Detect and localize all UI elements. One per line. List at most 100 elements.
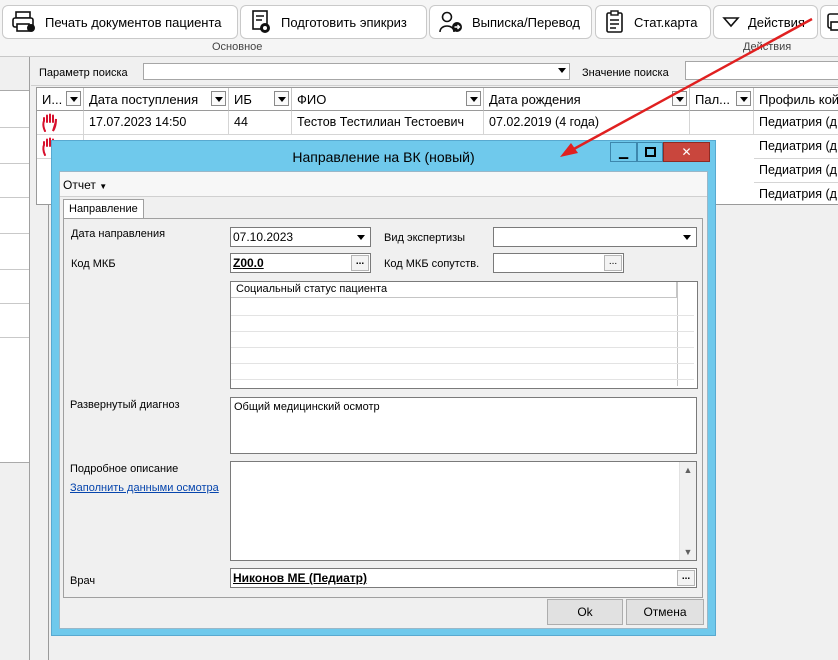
column-header-label: Дата рождения [489,92,581,107]
ok-button[interactable]: Ok [547,599,623,625]
table-cell[interactable]: 07.02.2019 (4 года) [484,111,690,135]
mkb-label: Код МКБ [71,258,116,270]
left-navigation-panel [0,57,30,660]
printer-icon [12,11,35,32]
prepare-epicrisis-button[interactable]: Подготовить эпикриз [240,5,427,39]
column-filter-button[interactable] [66,91,81,106]
content-divider [48,205,49,660]
left-list-divider [0,163,29,164]
grid-row-line [231,363,694,364]
report-menu-label: Отчет [63,178,96,192]
column-header-bed-profile[interactable]: Профиль кой [754,88,838,111]
social-status-grid[interactable]: Социальный статус пациента [230,281,698,389]
direction-date-label: Дата направления [71,228,166,240]
left-list-divider [0,197,29,198]
table-cell[interactable] [690,111,754,135]
direction-date-field[interactable]: 07.10.2023 [230,227,371,247]
column-header-admission-date[interactable]: Дата поступления [84,88,229,111]
column-header-ib[interactable]: ИБ [229,88,292,111]
search-param-select[interactable] [143,63,570,80]
expertise-label: Вид экспертизы [384,232,466,244]
search-param-label: Параметр поиска [39,67,128,79]
grid-row-line [231,347,694,348]
description-scrollbar[interactable]: ▲ ▼ [679,462,696,560]
table-row-icon-cell[interactable] [37,111,84,135]
grid-row-line [231,331,694,332]
actions-dropdown-button[interactable]: Действия [713,5,818,39]
search-value-input[interactable] [685,61,838,80]
diagnosis-textarea[interactable]: Общий медицинский осмотр [230,397,697,454]
column-header-icon[interactable]: И... [37,88,84,111]
column-filter-button[interactable] [211,91,226,106]
mkb-side-label: Код МКБ сопутств. [384,258,480,270]
table-cell[interactable]: 17.07.2023 14:50 [84,111,229,135]
column-header-label: Пал... [695,92,730,107]
left-list [0,90,29,463]
chevron-down-icon [722,17,740,28]
printer-partial-icon [827,13,838,31]
caret-down-icon: ▼ [99,182,108,191]
grid-row-line [231,315,694,316]
table-cell[interactable]: Педиатрия (д [754,135,838,159]
dialog-menubar: Отчет ▼ [60,172,707,197]
minimize-icon: ▁ [618,145,629,159]
chevron-down-icon[interactable] [681,230,694,244]
search-value-label: Значение поиска [582,67,669,79]
social-status-header: Социальный статус пациента [231,282,677,298]
stat-card-button[interactable]: Стат.карта [595,5,711,39]
cancel-button[interactable]: Отмена [626,599,704,625]
column-header-label: Профиль кой [759,92,838,107]
mkb-field[interactable]: Z00.0 ... [230,253,371,273]
grid-column-divider [677,282,678,386]
table-cell[interactable]: Педиатрия (д [754,183,838,205]
discharge-transfer-label: Выписка/Перевод [472,14,580,30]
print-patient-documents-button[interactable]: Печать документов пациента [2,5,238,39]
report-menu[interactable]: Отчет ▼ [63,178,107,192]
fill-from-examination-link[interactable]: Заполнить данными осмотра [70,482,219,494]
table-cell[interactable]: Педиатрия (д [754,111,838,135]
diagnosis-value: Общий медицинский осмотр [234,401,380,413]
mkb-side-lookup-button[interactable]: ... [604,255,622,271]
description-textarea[interactable]: ▲ ▼ [230,461,697,561]
stat-card-label: Стат.карта [634,14,698,30]
table-cell[interactable]: Педиатрия (д [754,159,838,183]
column-filter-button[interactable] [736,91,751,106]
table-cell[interactable]: Тестов Тестилиан Тестоевич [292,111,484,135]
ribbon-group-actions-label: Действия [743,41,792,53]
left-list-divider [0,337,29,338]
doctor-label: Врач [70,575,96,587]
left-list-divider [0,233,29,234]
maximize-button[interactable] [637,142,663,162]
document-gear-icon [252,10,270,33]
maximize-icon [644,147,656,157]
doctor-field[interactable]: Никонов МЕ (Педиатр) ... [230,568,697,588]
discharge-transfer-button[interactable]: Выписка/Перевод [429,5,592,39]
overflow-ribbon-button[interactable] [820,5,838,39]
minimize-button[interactable]: ▁ [610,142,637,162]
column-header-fio[interactable]: ФИО [292,88,484,111]
tab-direction[interactable]: Направление [63,199,144,219]
diagnosis-label: Развернутый диагноз [70,399,180,411]
column-filter-button[interactable] [466,91,481,106]
scroll-up-icon[interactable]: ▲ [680,462,696,478]
column-header-ward[interactable]: Пал... [690,88,754,111]
chevron-down-icon[interactable] [355,230,368,244]
close-button[interactable]: ✕ [663,142,710,162]
column-header-label: Дата поступления [89,92,199,107]
column-filter-button[interactable] [672,91,687,106]
column-header-label: ФИО [297,92,327,107]
print-patient-documents-label: Печать документов пациента [45,14,222,30]
mkb-side-field[interactable]: ... [493,253,624,273]
clipboard-icon [606,10,623,33]
column-filter-button[interactable] [274,91,289,106]
column-header-birth-date[interactable]: Дата рождения [484,88,690,111]
scroll-down-icon[interactable]: ▼ [680,544,696,560]
doctor-value: Никонов МЕ (Педиатр) [233,571,368,585]
left-list-divider [0,269,29,270]
table-cell[interactable]: 44 [229,111,292,135]
doctor-lookup-button[interactable]: ... [677,570,695,586]
dialog-titlebar[interactable]: Направление на ВК (новый) ▁ ✕ [52,141,715,171]
mkb-lookup-button[interactable]: ... [351,255,369,271]
expertise-select[interactable] [493,227,697,247]
grid-row-line [231,379,694,380]
